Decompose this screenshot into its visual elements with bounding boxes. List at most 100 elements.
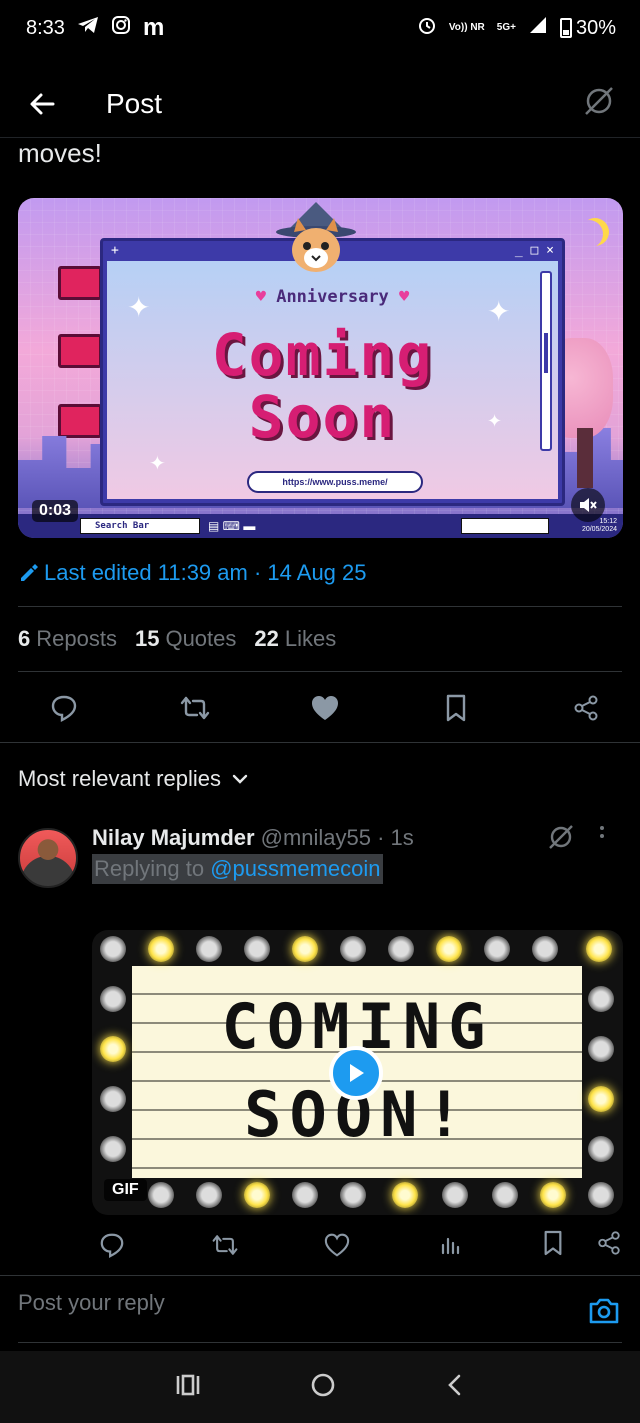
divider — [18, 606, 622, 607]
avatar[interactable] — [18, 828, 78, 888]
coming-text: Coming — [211, 321, 434, 389]
back-button[interactable] — [24, 86, 60, 122]
reply-repost-button[interactable] — [205, 1228, 245, 1262]
tree-trunk — [577, 428, 593, 488]
m-app-icon: m — [142, 14, 165, 41]
quotes-label: Quotes — [165, 626, 237, 651]
home-circle-icon — [311, 1373, 335, 1396]
bulb — [340, 936, 366, 962]
window-body: ✦ ✦ ✦ ✦ ♥ Anniversary ♥ Coming Soon http… — [107, 261, 558, 499]
heart-icon: ♥ — [399, 287, 410, 307]
volte-indicator: Vo)) NR — [448, 22, 485, 33]
reply-views-button[interactable] — [430, 1228, 470, 1262]
reply-share-button[interactable] — [596, 1230, 622, 1261]
network-5g-indicator: 5G+ — [496, 22, 516, 33]
bulb — [196, 1182, 222, 1208]
likes-count: 22 — [254, 626, 279, 651]
divider — [18, 671, 622, 672]
post-video[interactable]: + _ □ × ✦ ✦ ✦ ✦ ♥ Anniversary ♥ Coming S… — [18, 198, 623, 538]
heart-icon: ♥ — [255, 287, 266, 307]
reply-bookmark-button[interactable] — [542, 1230, 564, 1261]
quotes-stat[interactable]: 15 Quotes — [135, 626, 236, 652]
battery-indicator: 30% — [559, 17, 616, 40]
bulb — [196, 936, 222, 962]
bulb — [292, 936, 318, 962]
taskbar-apps-icon: ▤ ⌨ ▬ — [208, 519, 256, 533]
reply-composer-input[interactable]: Post your reply — [18, 1290, 165, 1316]
bookmark-icon — [446, 694, 465, 722]
grok-button[interactable] — [582, 84, 616, 123]
cat-wizard-icon — [276, 202, 356, 272]
back-arrow-icon — [30, 93, 55, 114]
repost-button[interactable] — [171, 690, 219, 726]
reposts-label: Reposts — [36, 626, 117, 651]
reply-actions — [92, 1228, 622, 1262]
reposts-stat[interactable]: 6 Reposts — [18, 626, 117, 652]
reply-button[interactable] — [40, 690, 88, 726]
divider — [0, 1275, 640, 1276]
bulb — [436, 936, 462, 962]
last-edited-link[interactable]: Last edited 11:39 am · 14 Aug 25 — [18, 560, 367, 586]
chevron-down-icon — [232, 774, 248, 784]
soon-text: Soon — [248, 383, 397, 451]
system-nav-bar — [0, 1351, 640, 1423]
reply-sort-dropdown[interactable]: Most relevant replies — [18, 766, 249, 792]
replying-to: Replying to @pussmemecoin — [92, 854, 383, 884]
page-title: Post — [106, 87, 163, 119]
anniversary-text: Anniversary — [276, 287, 389, 307]
bulb — [244, 1182, 270, 1208]
window-scrollbar — [540, 271, 552, 451]
play-button[interactable] — [329, 1046, 383, 1100]
bulb — [492, 1182, 518, 1208]
repost-icon — [180, 696, 209, 720]
likes-label: Likes — [284, 626, 337, 651]
telegram-icon — [77, 16, 99, 40]
divider — [18, 1342, 622, 1343]
reply-like-button[interactable] — [317, 1228, 357, 1262]
bulb — [148, 1182, 174, 1208]
reply-author: Nilay Majumder @mnilay55 · 1s — [92, 825, 414, 851]
video-timestamp: 0:03 — [32, 500, 79, 522]
mute-button[interactable] — [571, 488, 605, 522]
reply-reply-button[interactable] — [92, 1228, 132, 1262]
bulb — [442, 1182, 468, 1208]
system-back-button[interactable] — [445, 1373, 465, 1402]
replying-to-handle[interactable]: @pussmemecoin — [210, 856, 380, 881]
reply-icon — [100, 1233, 124, 1258]
more-options-button[interactable] — [600, 826, 604, 838]
play-icon — [350, 1064, 364, 1082]
reply-gif[interactable]: COMING SOON! GIF — [92, 930, 623, 1215]
window-controls-icon: _ □ × — [514, 242, 554, 258]
last-edited-text: Last edited 11:39 am · 14 Aug 25 — [44, 560, 367, 585]
bulb — [292, 1182, 318, 1208]
grok-icon — [585, 87, 613, 115]
muted-speaker-icon — [580, 498, 597, 512]
bulb — [392, 1182, 418, 1208]
recent-apps-button[interactable] — [175, 1373, 201, 1402]
views-chart-icon — [441, 1237, 459, 1255]
share-icon — [574, 695, 598, 721]
likes-stat[interactable]: 22 Likes — [254, 626, 336, 652]
folder-icon — [58, 334, 102, 368]
share-icon — [598, 1230, 620, 1255]
camera-button[interactable] — [588, 1297, 620, 1330]
retro-taskbar: Search Bar ▤ ⌨ ▬ 15:12 20/05/2024 — [18, 514, 623, 538]
bulb — [244, 936, 270, 962]
reply-sort-label: Most relevant replies — [18, 766, 221, 791]
plus-icon: + — [111, 242, 119, 258]
bulb — [484, 936, 510, 962]
reply-author-name[interactable]: Nilay Majumder — [92, 825, 255, 851]
home-button[interactable] — [310, 1372, 336, 1403]
bulb — [540, 1182, 566, 1208]
like-button[interactable] — [301, 690, 349, 726]
reply-bookmark-share — [542, 1228, 622, 1262]
bookmark-button[interactable] — [432, 690, 480, 726]
post-text: moves! — [18, 138, 102, 168]
reply-grok-button[interactable] — [546, 822, 576, 857]
taskbar-search: Search Bar — [80, 518, 200, 534]
folder-icon — [58, 266, 102, 300]
grok-icon — [549, 825, 573, 849]
bulb — [100, 936, 126, 962]
heart-filled-icon — [312, 696, 338, 720]
share-button[interactable] — [562, 690, 610, 726]
